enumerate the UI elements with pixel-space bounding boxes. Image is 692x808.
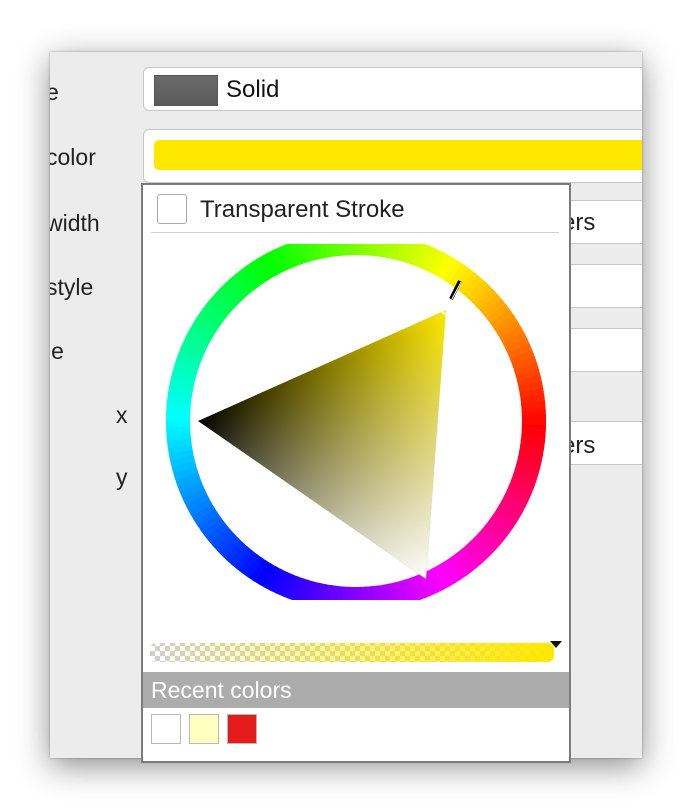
recent-color-swatch[interactable] (189, 714, 219, 744)
color-picker-popup: Transparent Stroke Recent colors (141, 183, 571, 763)
recent-colors-title: Recent colors (151, 677, 292, 703)
fill-style-swatch (154, 75, 218, 106)
stroke-color-swatch (154, 140, 642, 170)
transparent-stroke-checkbox[interactable] (157, 194, 187, 224)
separator (151, 232, 559, 233)
color-wheel[interactable] (166, 244, 548, 600)
fill-style-dropdown[interactable]: Solid (143, 67, 642, 111)
offset-x-label: x (116, 402, 128, 428)
stroke-color-label: color (50, 144, 96, 170)
offset-y-label: y (116, 464, 128, 490)
stroke-color-button[interactable] (143, 129, 642, 183)
fill-style-label: e (50, 79, 59, 105)
transparent-stroke-label: Transparent Stroke (200, 196, 405, 223)
recent-color-swatch[interactable] (227, 714, 257, 744)
stroke-style-label: style (50, 274, 94, 300)
recent-colors-header: Recent colors (143, 672, 569, 708)
recent-color-swatch[interactable] (151, 714, 181, 744)
join-style-label: le (50, 338, 64, 364)
alpha-slider[interactable] (150, 641, 562, 664)
stroke-width-label: width (50, 210, 100, 236)
fill-style-value: Solid (226, 76, 280, 103)
